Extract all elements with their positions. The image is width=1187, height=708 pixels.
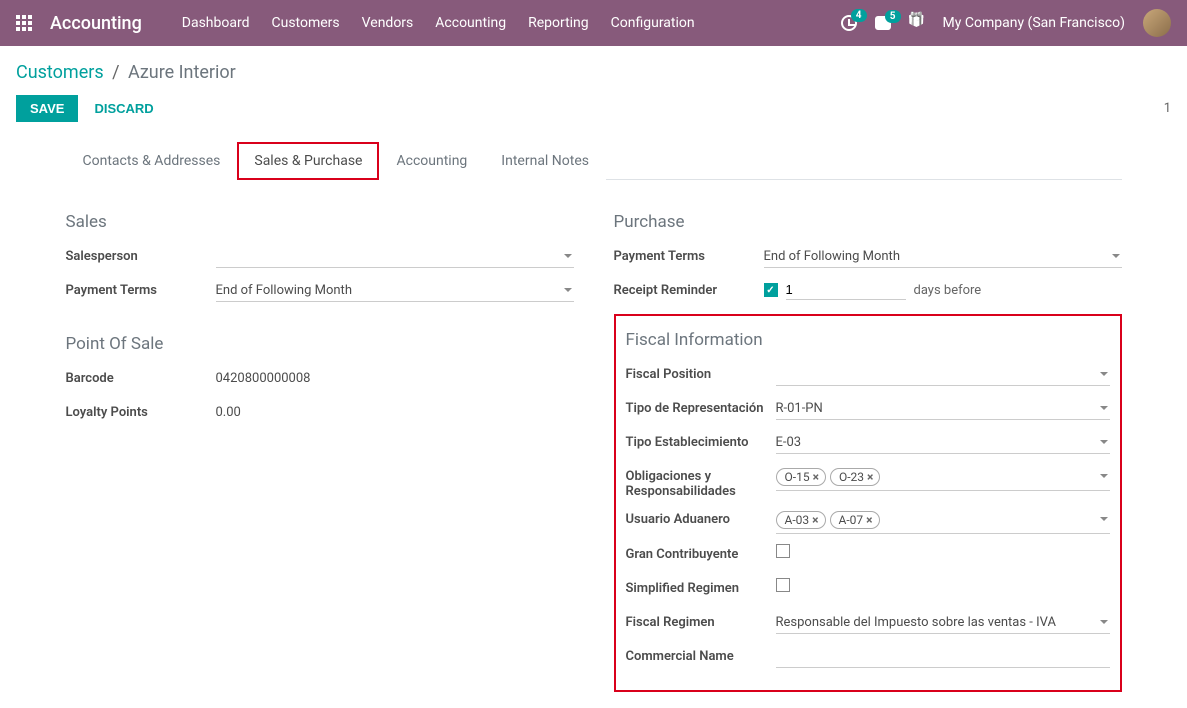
breadcrumb-parent[interactable]: Customers (16, 62, 104, 83)
tag-a07: A-07× (830, 511, 880, 529)
remove-tag-icon[interactable]: × (812, 513, 818, 527)
discard-button[interactable]: DISCARD (94, 101, 153, 116)
apps-menu-icon[interactable] (16, 15, 32, 31)
content-area: Customers / Azure Interior SAVE DISCARD … (0, 46, 1187, 708)
menu-vendors[interactable]: Vendors (362, 15, 414, 31)
navbar-right: 4 5 My Company (San Francisco) (841, 9, 1171, 37)
section-purchase-title: Purchase (614, 212, 1122, 232)
top-navbar: Accounting Dashboard Customers Vendors A… (0, 0, 1187, 46)
fiscal-position-label: Fiscal Position (626, 364, 776, 382)
salesperson-label: Salesperson (66, 246, 216, 264)
fiscal-regimen-label: Fiscal Regimen (626, 612, 776, 630)
right-column: Purchase Payment Terms End of Following … (614, 204, 1122, 692)
user-avatar[interactable] (1143, 9, 1171, 37)
barcode-label: Barcode (66, 368, 216, 386)
tag-a03: A-03× (776, 511, 826, 529)
tag-o23: O-23× (830, 468, 880, 486)
tab-sales-purchase[interactable]: Sales & Purchase (237, 142, 379, 180)
usuario-aduanero-label: Usuario Aduanero (626, 509, 776, 527)
simplified-regimen-checkbox[interactable] (776, 578, 790, 592)
fiscal-position-input[interactable] (776, 364, 1110, 386)
purchase-payment-terms-input[interactable]: End of Following Month (764, 246, 1122, 268)
app-title[interactable]: Accounting (50, 13, 142, 34)
simplified-regimen-label: Simplified Regimen (626, 578, 776, 596)
tipo-establecimiento-label: Tipo Establecimiento (626, 432, 776, 450)
tab-accounting[interactable]: Accounting (379, 142, 484, 180)
breadcrumb: Customers / Azure Interior (16, 62, 1171, 83)
tipo-representacion-input[interactable]: R-01-PN (776, 398, 1110, 420)
loyalty-label: Loyalty Points (66, 402, 216, 420)
menu-accounting[interactable]: Accounting (435, 15, 506, 31)
gran-contribuyente-label: Gran Contribuyente (626, 544, 776, 562)
activities-badge: 4 (851, 9, 867, 22)
remove-tag-icon[interactable]: × (866, 513, 872, 527)
remove-tag-icon[interactable]: × (867, 470, 873, 484)
menu-reporting[interactable]: Reporting (528, 15, 589, 31)
menu-customers[interactable]: Customers (272, 15, 340, 31)
breadcrumb-current: Azure Interior (128, 62, 236, 83)
breadcrumb-separator: / (112, 62, 119, 83)
messages-icon[interactable]: 5 (875, 16, 891, 30)
receipt-reminder-label: Receipt Reminder (614, 280, 764, 298)
receipt-reminder-suffix: days before (914, 283, 982, 298)
usuario-aduanero-input[interactable]: A-03× A-07× (776, 509, 1110, 534)
sales-payment-terms-input[interactable]: End of Following Month (216, 280, 574, 302)
section-pos-title: Point Of Sale (66, 334, 574, 354)
menu-dashboard[interactable]: Dashboard (182, 15, 250, 31)
section-sales-title: Sales (66, 212, 574, 232)
obligaciones-label: Obligaciones y Responsabilidades (626, 466, 776, 499)
form-columns: Sales Salesperson Payment Terms End of F… (66, 204, 1122, 692)
sales-payment-terms-label: Payment Terms (66, 280, 216, 298)
pager[interactable]: 1 (1164, 101, 1171, 116)
fiscal-regimen-input[interactable]: Responsable del Impuesto sobre las venta… (776, 612, 1110, 634)
tab-internal-notes[interactable]: Internal Notes (484, 142, 606, 180)
obligaciones-input[interactable]: O-15× O-23× (776, 466, 1110, 491)
receipt-reminder-checkbox[interactable] (764, 283, 778, 297)
main-menu: Dashboard Customers Vendors Accounting R… (182, 15, 841, 31)
loyalty-value[interactable]: 0.00 (216, 402, 574, 423)
form-sheet: Contacts & Addresses Sales & Purchase Ac… (54, 142, 1134, 692)
tipo-establecimiento-input[interactable]: E-03 (776, 432, 1110, 454)
salesperson-input[interactable] (216, 246, 574, 268)
action-bar: SAVE DISCARD 1 (16, 95, 1171, 122)
messages-badge: 5 (885, 10, 901, 23)
activities-icon[interactable]: 4 (841, 15, 857, 31)
commercial-name-input[interactable] (776, 646, 1110, 668)
gift-icon[interactable] (909, 16, 925, 30)
menu-configuration[interactable]: Configuration (611, 15, 695, 31)
tab-contacts-addresses[interactable]: Contacts & Addresses (66, 142, 238, 180)
section-fiscal-title: Fiscal Information (626, 330, 1110, 350)
tipo-representacion-label: Tipo de Representación (626, 398, 776, 416)
company-switcher[interactable]: My Company (San Francisco) (943, 15, 1125, 31)
barcode-value[interactable]: 0420800000008 (216, 368, 574, 389)
purchase-payment-terms-label: Payment Terms (614, 246, 764, 264)
receipt-reminder-days-input[interactable] (786, 280, 906, 300)
gran-contribuyente-checkbox[interactable] (776, 544, 790, 558)
save-button[interactable]: SAVE (16, 95, 78, 122)
fiscal-info-highlight: Fiscal Information Fiscal Position Tipo … (614, 314, 1122, 692)
tag-o15: O-15× (776, 468, 826, 486)
left-column: Sales Salesperson Payment Terms End of F… (66, 204, 574, 692)
tab-bar: Contacts & Addresses Sales & Purchase Ac… (66, 142, 1122, 180)
remove-tag-icon[interactable]: × (813, 470, 819, 484)
